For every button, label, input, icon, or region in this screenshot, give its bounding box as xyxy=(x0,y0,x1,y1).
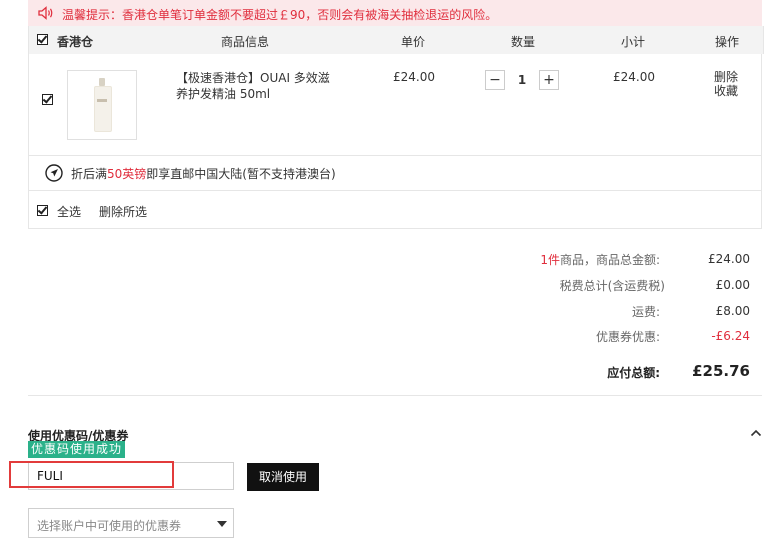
col-operation: 操作 xyxy=(715,35,740,49)
unit-price: £24.00 xyxy=(393,70,435,84)
bottle-cap xyxy=(99,78,105,86)
warning-notice: 温馨提示：香港仓单笔订单金额不要超过￡90，否则会有被海关抽检退运的风险。 xyxy=(28,0,762,26)
notice-text: 温馨提示：香港仓单笔订单金额不要超过￡90，否则会有被海关抽检退运的风险。 xyxy=(62,8,498,22)
coupon-code-input[interactable] xyxy=(28,462,234,490)
shipping-note-highlight: 50英镑 xyxy=(107,167,147,181)
grand-total-label: 应付总额: xyxy=(607,366,660,380)
grand-total-value: £25.76 xyxy=(692,362,750,380)
shipping-value: £8.00 xyxy=(715,304,750,318)
col-product-info: 商品信息 xyxy=(221,35,270,49)
select-all-checkbox[interactable] xyxy=(37,205,48,216)
cart-header: 香港仓 商品信息 单价 数量 小计 操作 xyxy=(28,26,764,54)
favorite-link[interactable]: 收藏 xyxy=(711,84,741,98)
qty-minus-button[interactable]: − xyxy=(485,70,505,90)
tax-value: £0.00 xyxy=(715,278,750,292)
chevron-up-icon[interactable] xyxy=(750,428,762,438)
cart-body: 【极速香港仓】OUAI 多效滋养护发精油 50ml £24.00 − 1 + £… xyxy=(28,54,762,229)
items-total-value: £24.00 xyxy=(708,252,750,266)
col-quantity: 数量 xyxy=(511,35,536,49)
item-operations: 删除 收藏 xyxy=(711,70,741,98)
coupon-select-dropdown[interactable]: 选择账户中可使用的优惠券 xyxy=(28,508,234,538)
items-total-label: 1件商品，商品总金额: xyxy=(400,251,660,268)
row-divider xyxy=(29,190,761,191)
qty-value[interactable]: 1 xyxy=(507,70,537,90)
col-subtotal: 小计 xyxy=(621,35,646,49)
bottle-label xyxy=(97,99,107,102)
coupon-discount-value: -£6.24 xyxy=(711,329,750,343)
col-unit-price: 单价 xyxy=(401,35,426,49)
qty-plus-button[interactable]: + xyxy=(539,70,559,90)
warehouse-checkbox[interactable] xyxy=(37,34,48,45)
tax-label: 税费总计(含运费税) xyxy=(559,279,665,293)
item-count: 1件 xyxy=(540,253,560,267)
coupon-select-placeholder: 选择账户中可使用的优惠券 xyxy=(37,519,182,533)
airplane-icon xyxy=(45,164,63,182)
row-divider xyxy=(29,155,761,156)
coupon-success-badge: 优惠码使用成功 xyxy=(28,441,126,458)
shipping-note: 折后满50英镑即享直邮中国大陆(暂不支持港澳台) xyxy=(71,165,336,182)
product-name[interactable]: 【极速香港仓】OUAI 多效滋养护发精油 50ml xyxy=(176,70,336,102)
speaker-icon xyxy=(38,6,53,20)
shipping-note-suffix: 即享直邮中国大陆(暂不支持港澳台) xyxy=(146,167,336,181)
item-checkbox[interactable] xyxy=(42,94,53,105)
caret-down-icon xyxy=(217,521,227,527)
item-subtotal: £24.00 xyxy=(613,70,655,84)
select-all-label[interactable]: 全选 xyxy=(57,203,81,220)
coupon-discount-label: 优惠券优惠: xyxy=(595,330,660,344)
shipping-label: 运费: xyxy=(631,305,660,319)
product-thumbnail[interactable] xyxy=(67,70,137,140)
delete-selected-link[interactable]: 删除所选 xyxy=(99,203,147,220)
section-divider xyxy=(28,395,762,396)
bottle-body xyxy=(94,86,112,132)
shipping-note-prefix: 折后满 xyxy=(71,167,108,181)
cancel-coupon-button[interactable]: 取消使用 xyxy=(247,463,319,491)
warehouse-label: 香港仓 xyxy=(57,35,94,49)
delete-link[interactable]: 删除 xyxy=(711,70,741,84)
